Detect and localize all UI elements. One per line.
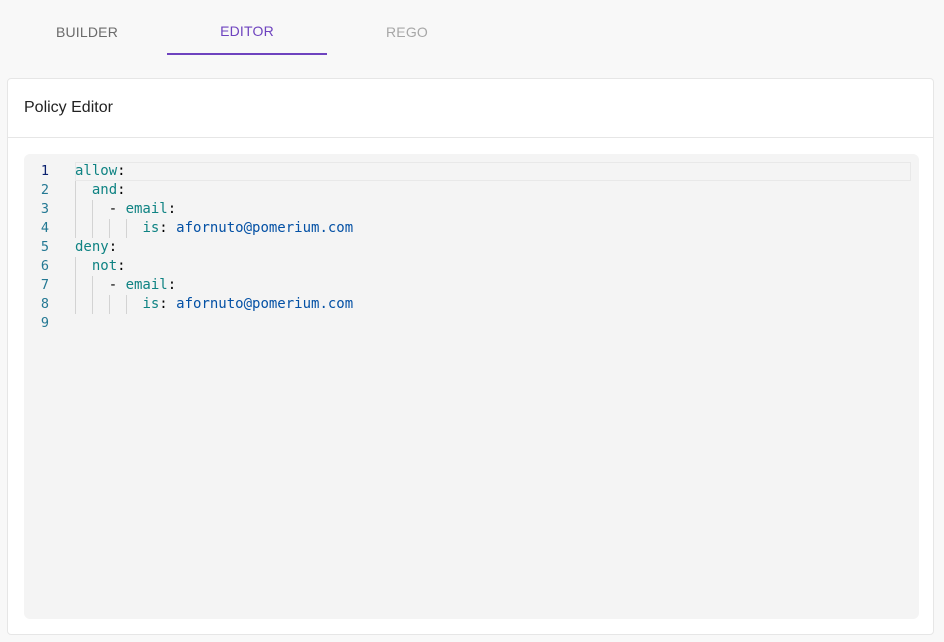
policy-editor-card: Policy Editor 1 2 3 4 5 6 7 8 9 allow: a… — [7, 78, 934, 635]
tab-bar: BUILDER EDITOR REGO — [7, 8, 487, 55]
line-number-gutter: 1 2 3 4 5 6 7 8 9 — [24, 162, 68, 333]
yaml-colon: : — [167, 201, 177, 217]
tab-builder[interactable]: BUILDER — [7, 8, 167, 55]
line-number: 1 — [40, 163, 49, 179]
code-line[interactable]: and: — [75, 181, 911, 200]
code-line[interactable] — [75, 314, 911, 333]
yaml-colon: : — [117, 163, 126, 179]
line-number: 2 — [40, 182, 49, 198]
yaml-colon: : — [159, 296, 177, 312]
yaml-value: afornuto@pomerium.com — [176, 220, 354, 236]
line-number: 6 — [40, 258, 49, 274]
code-line[interactable]: not: — [75, 257, 911, 276]
indent-guide — [75, 276, 76, 295]
yaml-colon: : — [167, 277, 177, 293]
code-line[interactable]: is: afornuto@pomerium.com — [75, 219, 911, 238]
yaml-key: email — [125, 201, 168, 217]
indent-guide — [109, 219, 110, 238]
line-number: 7 — [40, 277, 49, 293]
yaml-colon: : — [117, 182, 126, 198]
code-line[interactable]: deny: — [75, 238, 911, 257]
tab-rego[interactable]: REGO — [327, 8, 487, 55]
yaml-dash: - — [108, 201, 126, 217]
indent-guide — [92, 200, 93, 219]
yaml-value: afornuto@pomerium.com — [176, 296, 354, 312]
indent-guide — [75, 219, 76, 238]
code-editor[interactable]: 1 2 3 4 5 6 7 8 9 allow: and: - email: i… — [24, 154, 919, 619]
code-line[interactable]: - email: — [75, 276, 911, 295]
indent-guide — [75, 295, 76, 314]
yaml-key: email — [125, 277, 168, 293]
line-number: 9 — [40, 315, 49, 331]
line-number: 4 — [40, 220, 49, 236]
yaml-colon: : — [108, 239, 118, 255]
line-number: 8 — [40, 296, 49, 312]
yaml-key: and — [91, 182, 118, 198]
code-line[interactable]: - email: — [75, 200, 911, 219]
yaml-key: allow — [75, 163, 118, 179]
code-area[interactable]: allow: and: - email: is: afornuto@pomeri… — [75, 162, 911, 333]
indent-guide — [92, 276, 93, 295]
yaml-key: is — [142, 220, 160, 236]
indent-guide — [75, 257, 76, 276]
indent-guide — [109, 295, 110, 314]
tab-editor[interactable]: EDITOR — [167, 8, 327, 55]
line-number: 5 — [40, 239, 49, 255]
yaml-key: is — [142, 296, 160, 312]
indent-guide — [92, 295, 93, 314]
code-line[interactable]: is: afornuto@pomerium.com — [75, 295, 911, 314]
indent-guide — [75, 181, 76, 200]
indent-guide — [75, 200, 76, 219]
indent-guide — [126, 219, 127, 238]
yaml-colon: : — [159, 220, 177, 236]
card-title: Policy Editor — [8, 79, 933, 138]
yaml-key: not — [91, 258, 118, 274]
line-number: 3 — [40, 201, 49, 217]
indent-guide — [92, 219, 93, 238]
yaml-dash: - — [108, 277, 126, 293]
indent-guide — [126, 295, 127, 314]
yaml-colon: : — [117, 258, 126, 274]
yaml-key: deny — [75, 239, 109, 255]
code-line[interactable]: allow: — [75, 162, 911, 181]
